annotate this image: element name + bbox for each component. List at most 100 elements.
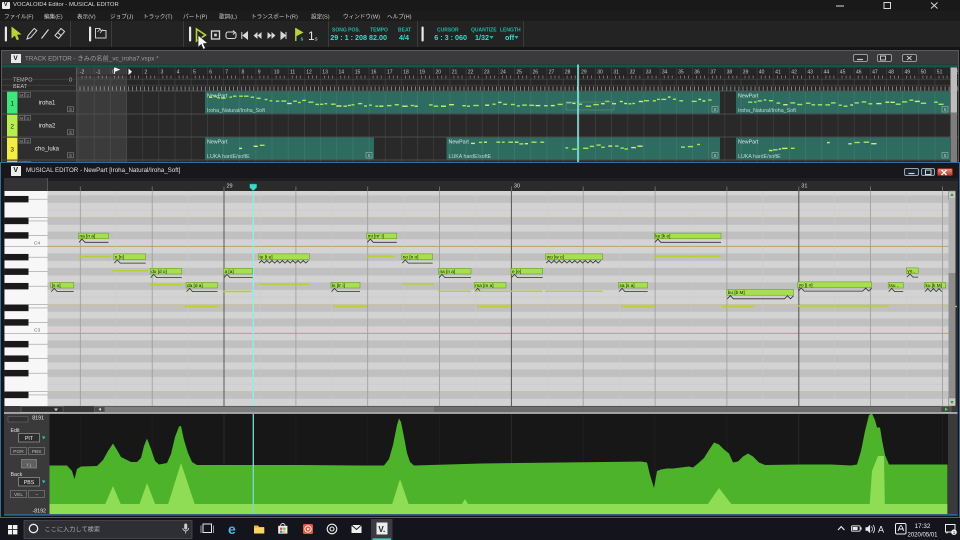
svg-text:mi [m' i]: mi [m' i] [368,234,384,239]
svg-text:na [n a]: na [n a] [80,234,96,239]
svg-text:ku [k M]: ku [k M] [926,283,942,288]
svg-text:6 : 3 : 060: 6 : 3 : 060 [434,33,467,42]
svg-text:33: 33 [646,69,652,75]
svg-text:4/4: 4/4 [399,33,409,42]
svg-text:35: 35 [678,69,684,75]
svg-text:16: 16 [371,69,377,75]
svg-text:29 : 1 : 208: 29 : 1 : 208 [330,33,367,42]
svg-text:e [e]: e [e] [512,269,521,274]
svg-text:LUKA hardE/softE: LUKA hardE/softE [449,154,492,160]
svg-text:ヘルプ(H): ヘルプ(H) [387,14,412,21]
svg-text:te [t e]: te [t e] [260,254,273,259]
svg-text:25: 25 [516,69,522,75]
svg-text:12: 12 [306,69,312,75]
svg-text:a [a]: a [a] [225,269,234,274]
svg-text:30: 30 [597,69,603,75]
svg-text:7: 7 [225,69,228,75]
svg-text:e: e [228,521,236,537]
svg-text:10: 10 [274,69,280,75]
svg-text:32: 32 [630,69,636,75]
svg-text:iroha1: iroha1 [39,101,56,107]
svg-text:48: 48 [888,69,894,75]
svg-text:39: 39 [743,69,749,75]
svg-text:na [n a]: na [n a] [440,269,456,274]
svg-text:ジョブ(J): ジョブ(J) [110,13,133,21]
svg-text:46: 46 [856,69,862,75]
svg-text:Iroha_Natural/Iroha_Soft: Iroha_Natural/Iroha_Soft [738,108,797,114]
svg-text:38: 38 [727,69,733,75]
svg-text:29: 29 [227,184,233,190]
svg-text:31: 31 [613,69,619,75]
svg-text:4: 4 [177,69,180,75]
svg-text:2: 2 [10,124,14,131]
svg-text:42: 42 [791,69,797,75]
svg-text:28: 28 [565,69,571,75]
svg-text:S: S [714,107,717,112]
svg-text:1: 1 [308,29,315,43]
svg-text:S: S [69,107,72,112]
svg-text:[s o]: [s o] [52,283,61,288]
svg-text:34: 34 [662,69,668,75]
svg-text:PBS: PBS [24,480,35,486]
svg-text:15: 15 [355,69,361,75]
svg-text:Iroha_Natural/Iroha_Soft: Iroha_Natural/Iroha_Soft [207,108,266,114]
svg-text:82.00: 82.00 [369,33,387,42]
svg-text:M: M [20,93,23,97]
svg-text:24: 24 [500,69,506,75]
svg-text:設定(S): 設定(S) [311,13,330,21]
svg-text:17:32: 17:32 [915,523,931,530]
svg-text:ki [k' i]: ki [k' i] [332,283,345,288]
svg-text:wo [w o]: wo [w o] [547,254,564,259]
svg-text:C3: C3 [34,328,40,334]
svg-text:表示(V): 表示(V) [77,13,96,21]
svg-text:LUKA hardE/softE: LUKA hardE/softE [738,154,781,160]
svg-text:tsu ..: tsu .. [889,283,899,288]
svg-text:18: 18 [403,69,409,75]
svg-text:-1: -1 [96,69,101,75]
svg-text:C4: C4 [34,241,40,247]
svg-text:~: ~ [35,493,38,498]
svg-text:sa [s a]: sa [s a] [620,283,635,288]
svg-text:45: 45 [840,69,846,75]
svg-text:19: 19 [419,69,425,75]
svg-text:2020/05/01: 2020/05/01 [907,532,938,538]
svg-text:bu [b M]: bu [b M] [728,290,745,295]
svg-text:PIT: PIT [25,436,34,442]
svg-text:パート(P): パート(P) [183,14,207,21]
svg-text:-8192: -8192 [32,509,46,515]
svg-text:37: 37 [710,69,716,75]
svg-text:S: S [69,153,72,158]
svg-text:47: 47 [872,69,878,75]
svg-text:TEMPO: TEMPO [13,77,33,83]
svg-text:yo [j o]: yo [j o] [799,282,813,287]
svg-text:da [d a]: da [d a] [187,283,203,288]
svg-text:編集(E): 編集(E) [44,13,63,21]
svg-text:Edit: Edit [11,428,21,434]
svg-text:-2: -2 [80,69,85,75]
svg-text:23: 23 [484,69,490,75]
svg-text:ma [m a]: ma [m a] [475,283,493,288]
svg-text:NewPart: NewPart [738,93,759,99]
svg-text:44: 44 [824,69,830,75]
svg-text:歌詞(L): 歌詞(L) [219,13,237,21]
svg-text:3: 3 [10,147,14,154]
svg-text:36: 36 [694,69,700,75]
svg-text:do [d o]: do [d o] [151,269,167,274]
svg-text:3: 3 [161,69,164,75]
svg-text:29: 29 [581,69,587,75]
svg-text:11: 11 [290,69,295,75]
svg-text:26: 26 [533,69,539,75]
svg-text:↑↓: ↑↓ [26,462,32,468]
svg-text:22: 22 [468,69,474,75]
svg-text:31: 31 [801,184,807,190]
svg-text:トラック(T): トラック(T) [143,14,173,21]
svg-text:49: 49 [905,69,911,75]
svg-text:NewPart: NewPart [738,139,759,145]
svg-text:ファイル(F): ファイル(F) [4,14,34,21]
svg-text:1: 1 [10,101,14,108]
svg-text:21: 21 [452,69,458,75]
svg-text:VEL: VEL [14,492,23,498]
svg-text:A: A [878,525,884,535]
svg-text:ここに入力して検索: ここに入力して検索 [45,525,101,533]
svg-text:ウィンドウ(W): ウィンドウ(W) [343,13,380,21]
